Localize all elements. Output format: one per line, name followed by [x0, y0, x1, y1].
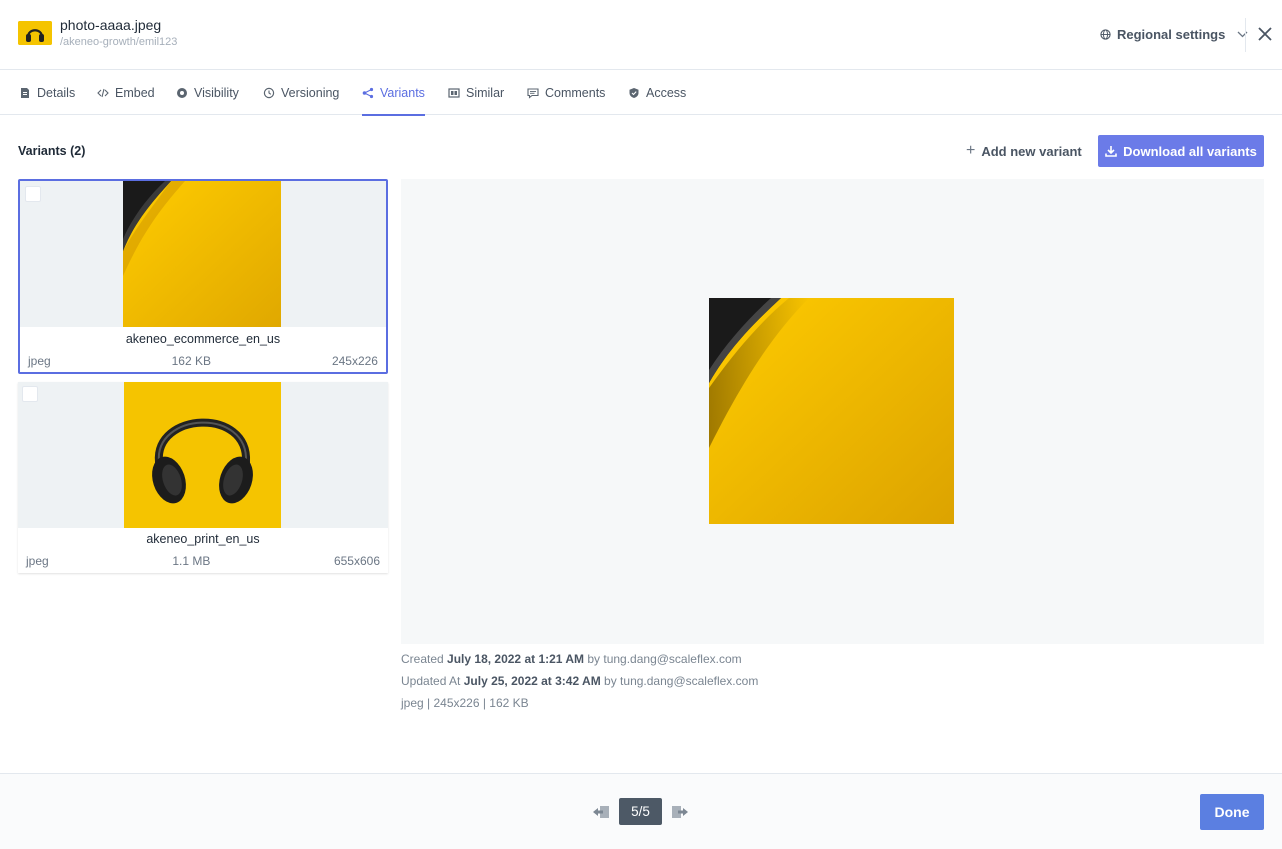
tab-comments[interactable]: Comments	[527, 71, 605, 115]
variant-preview-panel	[401, 179, 1264, 644]
variant-dimensions: 655x606	[333, 554, 380, 568]
tab-versioning[interactable]: Versioning	[263, 71, 339, 115]
tab-similar-label: Similar	[466, 86, 505, 100]
variant-image	[124, 382, 281, 528]
done-button[interactable]: Done	[1200, 794, 1264, 830]
variant-meta: jpeg 1.1 MB 655x606	[18, 554, 388, 568]
download-all-variants-label: Download all variants	[1123, 143, 1257, 159]
tab-variants[interactable]: Variants	[362, 71, 425, 116]
created-by: by tung.dang@scaleflex.com	[587, 652, 742, 666]
variant-name: akeneo_ecommerce_en_us	[125, 332, 281, 346]
tab-comments-label: Comments	[545, 86, 606, 100]
variant-size: 1.1 MB	[172, 554, 211, 568]
variant-checkbox[interactable]	[22, 386, 38, 402]
regional-settings-dropdown[interactable]: Regional settings	[1100, 24, 1248, 44]
next-icon	[672, 806, 688, 818]
download-icon	[1105, 146, 1117, 157]
tab-embed[interactable]: Embed	[97, 71, 155, 115]
file-thumbnail	[18, 21, 52, 45]
variant-card[interactable]: akeneo_ecommerce_en_us jpeg 162 KB 245x2…	[18, 179, 388, 374]
previous-icon	[593, 806, 609, 818]
globe-icon	[1100, 28, 1111, 40]
updated-prefix: Updated At	[401, 674, 461, 688]
variant-size: 162 KB	[171, 354, 211, 368]
variant-format: jpeg	[28, 354, 51, 368]
add-new-variant-label: Add new variant	[981, 143, 1082, 159]
tab-similar[interactable]: Similar	[448, 71, 504, 115]
document-icon	[21, 88, 29, 98]
similar-icon	[448, 88, 460, 98]
visibility-icon	[177, 88, 187, 98]
variant-meta: jpeg 162 KB 245x226	[20, 354, 386, 368]
next-file-button[interactable]	[671, 803, 689, 821]
add-new-variant-button[interactable]: + Add new variant	[966, 141, 1082, 161]
previous-file-button[interactable]	[592, 803, 610, 821]
tab-visibility[interactable]: Visibility	[176, 71, 239, 115]
tab-visibility-label: Visibility	[194, 86, 239, 100]
variant-format: jpeg	[26, 554, 49, 568]
variant-checkbox[interactable]	[25, 186, 41, 202]
variant-dimensions: 245x226	[331, 354, 378, 368]
header-divider	[1245, 18, 1246, 52]
variants-count-heading: Variants (2)	[18, 144, 86, 158]
variant-image-area	[18, 382, 388, 528]
variant-image-area	[20, 181, 386, 327]
file-summary: jpeg | 245x226 | 162 KB	[401, 696, 529, 710]
tab-embed-label: Embed	[115, 86, 155, 100]
tab-details[interactable]: Details	[19, 71, 75, 115]
created-prefix: Created	[401, 652, 444, 666]
regional-settings-label: Regional settings	[1117, 26, 1226, 42]
plus-icon: +	[966, 142, 976, 159]
close-icon	[1258, 27, 1272, 41]
chevron-down-icon	[1237, 31, 1248, 37]
header: photo-aaaa.jpeg /akeneo-growth/emil123 R…	[0, 0, 1282, 70]
created-info: Created July 18, 2022 at 1:21 AM by tung…	[401, 652, 742, 666]
created-date: July 18, 2022 at 1:21 AM	[447, 652, 585, 666]
download-all-variants-button[interactable]: Download all variants	[1098, 135, 1264, 167]
tab-bar: Details Embed Visibility Versioning Vari…	[0, 71, 1282, 116]
page-indicator: 5/5	[619, 798, 662, 825]
tab-versioning-label: Versioning	[281, 86, 340, 100]
updated-info: Updated At July 25, 2022 at 3:42 AM by t…	[401, 674, 758, 688]
updated-by: by tung.dang@scaleflex.com	[604, 674, 759, 688]
tab-access[interactable]: Access	[628, 71, 686, 115]
file-path: /akeneo-growth/emil123	[60, 36, 178, 48]
file-title: photo-aaaa.jpeg	[60, 17, 162, 33]
code-icon	[97, 88, 109, 98]
tab-details-label: Details	[37, 86, 76, 100]
variants-icon	[362, 87, 374, 99]
tab-variants-label: Variants	[380, 86, 425, 100]
variant-image	[123, 181, 281, 327]
history-icon	[263, 87, 275, 99]
tab-access-label: Access	[646, 86, 687, 100]
variant-name: akeneo_print_en_us	[146, 532, 260, 546]
preview-image	[709, 298, 954, 524]
close-button[interactable]	[1255, 24, 1275, 44]
shield-icon	[629, 88, 639, 98]
variant-card[interactable]: akeneo_print_en_us jpeg 1.1 MB 655x606	[18, 382, 388, 573]
updated-date: July 25, 2022 at 3:42 AM	[463, 674, 601, 688]
comment-icon	[527, 88, 539, 99]
